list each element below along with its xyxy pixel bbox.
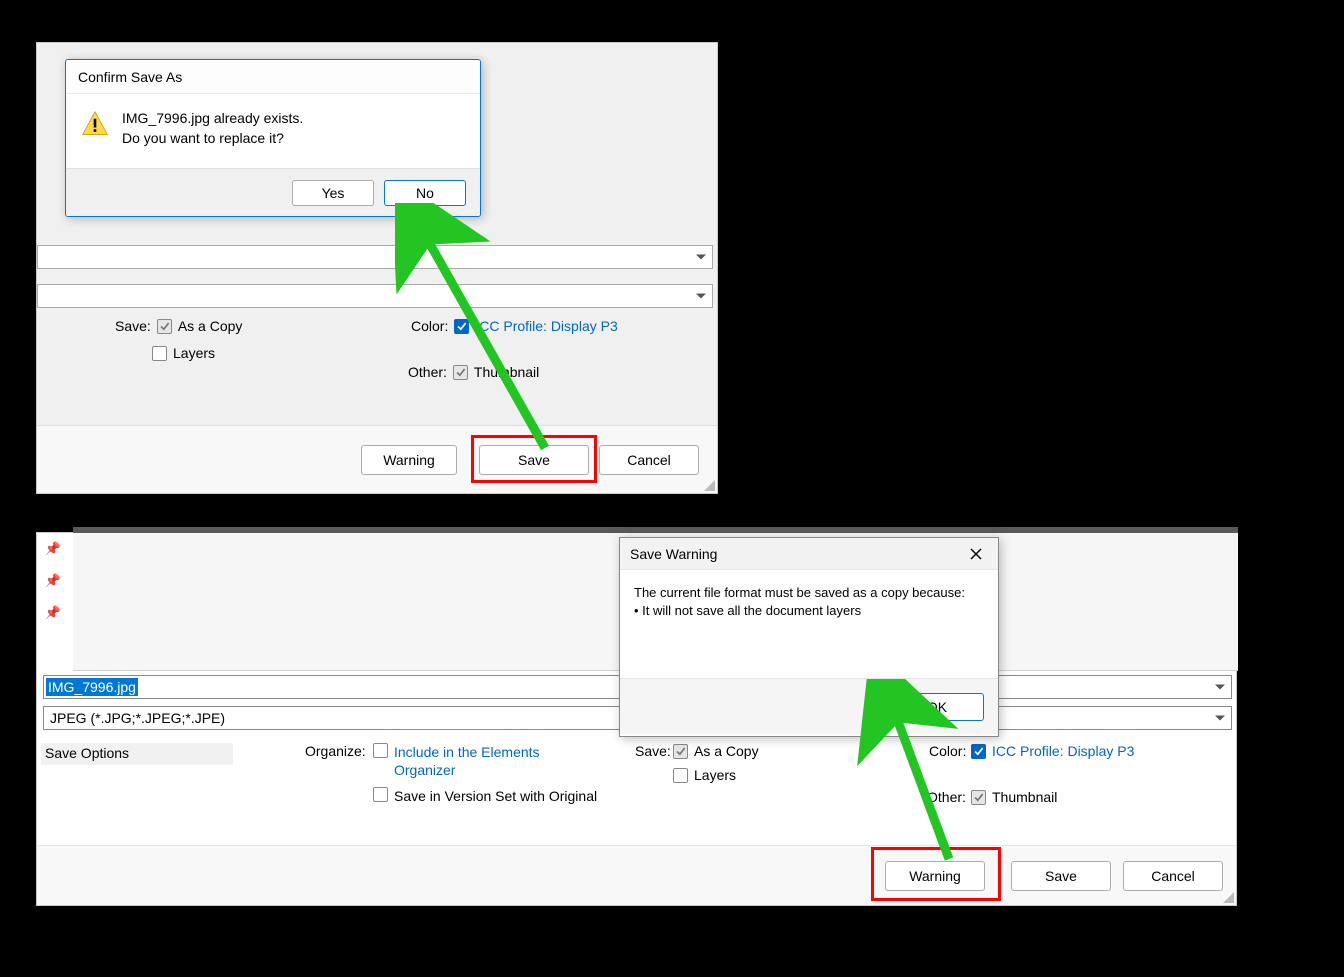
filename-value: IMG_7996.jpg [46, 678, 138, 696]
layers-label: Layers [694, 767, 736, 783]
checkbox-thumbnail[interactable] [971, 790, 986, 805]
save-button[interactable]: Save [1011, 861, 1111, 891]
footer: Warning Save Cancel [37, 425, 717, 493]
save-as-panel-top: Save: As a Copy Layers Color: ICC Profil… [36, 42, 718, 494]
msg-line-2: Do you want to replace it? [122, 128, 303, 148]
resize-grip-icon[interactable] [1222, 891, 1234, 903]
save-label: Save: [635, 743, 671, 759]
save-as-panel-bottom: 📌 📌 📌 IMG_7996.jpg JPEG (*.JPG;*.JPEG;*.… [36, 532, 1237, 906]
layers-label: Layers [173, 345, 215, 361]
as-a-copy-label: As a Copy [178, 318, 243, 334]
no-button[interactable]: No [384, 180, 466, 206]
yes-button[interactable]: Yes [292, 180, 374, 206]
chevron-down-icon [1215, 685, 1225, 690]
other-label: Other: [927, 789, 966, 805]
checkbox-thumbnail[interactable] [453, 365, 468, 380]
checkbox-as-a-copy[interactable] [673, 744, 688, 759]
icc-profile-label: ICC Profile: Display P3 [475, 318, 617, 334]
warning-button[interactable]: Warning [885, 861, 985, 891]
pin-icon[interactable]: 📌 [45, 573, 61, 589]
color-label: Color: [929, 743, 966, 759]
as-a-copy-label: As a Copy [694, 743, 759, 759]
dropdown-2[interactable] [37, 284, 713, 308]
warning-triangle-icon [80, 110, 110, 138]
save-options-header: Save Options [41, 743, 233, 765]
warning-line-1: The current file format must be saved as… [634, 584, 984, 602]
thumbnail-label: Thumbnail [474, 364, 539, 380]
checkbox-layers[interactable] [152, 346, 167, 361]
confirm-save-as-dialog: Confirm Save As IMG_7996.jpg already exi… [65, 59, 481, 217]
chevron-down-icon [696, 294, 706, 299]
dialog-message: IMG_7996.jpg already exists. Do you want… [122, 108, 303, 168]
other-label: Other: [408, 364, 447, 380]
include-organizer-label: Include in the Elements Organizer [394, 743, 603, 779]
pin-column: 📌 📌 📌 [41, 533, 65, 653]
dialog-title: Save Warning [630, 546, 717, 562]
filetype-value: JPEG (*.JPG;*.JPEG;*.JPE) [50, 710, 225, 726]
checkbox-include-organizer[interactable] [373, 743, 388, 758]
ok-button[interactable]: OK [890, 693, 984, 721]
pin-icon[interactable]: 📌 [45, 541, 61, 557]
version-set-label: Save in Version Set with Original [394, 787, 597, 805]
checkbox-version-set[interactable] [373, 787, 388, 802]
warning-button[interactable]: Warning [361, 445, 457, 475]
resize-grip-icon[interactable] [703, 479, 715, 491]
checkbox-as-a-copy[interactable] [157, 319, 172, 334]
warning-line-2: • It will not save all the document laye… [634, 602, 984, 620]
cancel-button[interactable]: Cancel [599, 445, 699, 475]
cancel-button[interactable]: Cancel [1123, 861, 1223, 891]
close-icon [970, 548, 982, 560]
chevron-down-icon [696, 255, 706, 260]
checkbox-icc-profile[interactable] [971, 744, 986, 759]
organize-label: Organize: [305, 743, 366, 759]
chevron-down-icon [1215, 716, 1225, 721]
dropdown-1[interactable] [37, 245, 713, 269]
dialog-title: Confirm Save As [66, 60, 480, 94]
icc-profile-label: ICC Profile: Display P3 [992, 743, 1134, 759]
save-warning-dialog: Save Warning The current file format mus… [619, 537, 999, 737]
close-button[interactable] [964, 542, 988, 566]
save-label: Save: [115, 318, 151, 334]
pin-icon[interactable]: 📌 [45, 605, 61, 621]
color-label: Color: [411, 318, 448, 334]
footer: Warning Save Cancel [37, 845, 1236, 905]
checkbox-icc-profile[interactable] [454, 319, 469, 334]
thumbnail-label: Thumbnail [992, 789, 1057, 805]
save-button[interactable]: Save [479, 445, 589, 475]
msg-line-1: IMG_7996.jpg already exists. [122, 108, 303, 128]
checkbox-layers[interactable] [673, 768, 688, 783]
